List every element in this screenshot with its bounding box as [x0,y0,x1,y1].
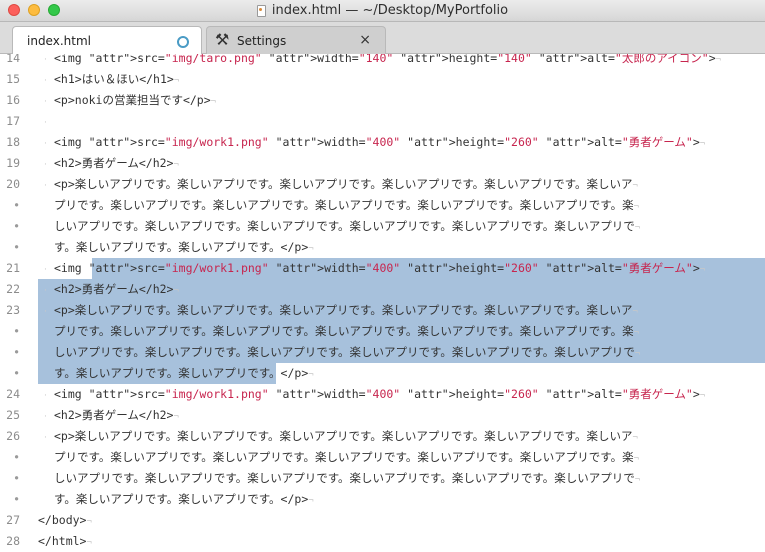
code-line[interactable]: 20 · <p>楽しいアプリです。楽しいアプリです。楽しいアプリです。楽しいアプリで… [0,174,765,195]
code-line[interactable]: 16 · <p>nokiの営業担当です</p>¬ [0,90,765,111]
code-line[interactable]: 27 </body>¬ [0,510,765,531]
line-number: 15 [6,72,20,86]
code-text: プリです。楽しいアプリです。楽しいアプリです。楽しいアプリです。楽しいアプリです… [54,198,640,212]
line-number: 23 [6,303,20,317]
wrap-indicator: • [13,324,20,338]
code-text: しいアプリです。楽しいアプリです。楽しいアプリです。楽しいアプリです。楽しいアプ… [54,345,641,359]
tab-bar: index.html ⚒ Settings × [0,22,765,54]
indent-guide-icon: · [44,286,47,296]
tab-settings[interactable]: ⚒ Settings × [206,26,386,54]
tools-icon: ⚒ [215,30,230,49]
close-tab-icon[interactable]: × [359,32,371,48]
code-text: す。楽しいアプリです。楽しいアプリです。</p>¬ [54,366,314,380]
line-number: 14 [6,54,20,65]
code-line[interactable]: • しいアプリです。楽しいアプリです。楽しいアプリです。楽しいアプリです。楽しいア… [0,342,765,363]
tab-index-html[interactable]: index.html [12,26,202,54]
code-text: しいアプリです。楽しいアプリです。楽しいアプリです。楽しいアプリです。楽しいアプ… [54,471,641,485]
indent-guide-icon: · [44,181,47,191]
code-text: <img "attr">src="img/work1.png" "attr">w… [54,261,706,275]
code-line[interactable]: • プリです。楽しいアプリです。楽しいアプリです。楽しいアプリです。楽しいアプリで… [0,321,765,342]
code-text: <h2>勇者ゲーム</h2>¬ [54,408,179,422]
code-text: プリです。楽しいアプリです。楽しいアプリです。楽しいアプリです。楽しいアプリです… [54,450,640,464]
code-text: <p>楽しいアプリです。楽しいアプリです。楽しいアプリです。楽しいアプリです。楽… [54,303,638,317]
line-number: 18 [6,135,20,149]
code-line[interactable]: • プリです。楽しいアプリです。楽しいアプリです。楽しいアプリです。楽しいアプリで… [0,195,765,216]
line-number: 27 [6,513,20,527]
wrap-indicator: • [13,240,20,254]
code-text: プリです。楽しいアプリです。楽しいアプリです。楽しいアプリです。楽しいアプリです… [54,324,640,338]
code-line[interactable]: 21 · <img "attr">src="img/work1.png" "attr… [0,258,765,279]
code-line[interactable]: 24 · <img "attr">src="img/work1.png" "attr… [0,384,765,405]
code-text: <p>楽しいアプリです。楽しいアプリです。楽しいアプリです。楽しいアプリです。楽… [54,177,638,191]
wrap-indicator: • [13,450,20,464]
code-text: <img "attr">src="img/work1.png" "attr">w… [54,387,706,401]
window-titlebar: index.html — ~/Desktop/MyPortfolio [0,0,765,22]
code-line[interactable]: • す。楽しいアプリです。楽しいアプリです。</p>¬ [0,237,765,258]
code-line[interactable]: • す。楽しいアプリです。楽しいアプリです。</p>¬ [0,489,765,510]
indent-guide-icon: · [44,139,47,149]
code-line[interactable]: 25 · <h2>勇者ゲーム</h2>¬ [0,405,765,426]
line-number: 20 [6,177,20,191]
indent-guide-icon: · [44,160,47,170]
wrap-indicator: • [13,345,20,359]
unsaved-indicator-icon[interactable] [177,36,189,48]
indent-guide-icon: · [44,97,47,107]
code-text: <img "attr">src="img/work1.png" "attr">w… [54,135,706,149]
code-line[interactable]: 28 </html>¬ [0,531,765,552]
code-line[interactable]: • しいアプリです。楽しいアプリです。楽しいアプリです。楽しいアプリです。楽しいア… [0,468,765,489]
window-title-area: index.html — ~/Desktop/MyPortfolio [0,0,765,21]
indent-guide-icon: · [44,265,47,275]
line-number: 26 [6,429,20,443]
indent-guide-icon: · [44,76,47,86]
line-number: 22 [6,282,20,296]
code-line[interactable]: 22 · <h2>勇者ゲーム</h2>¬ [0,279,765,300]
indent-guide-icon: · [44,391,47,401]
line-number: 21 [6,261,20,275]
indent-guide-icon: · [44,55,47,65]
code-line[interactable]: • す。楽しいアプリです。楽しいアプリです。</p>¬ [0,363,765,384]
tab-label: Settings [237,34,287,48]
code-text: しいアプリです。楽しいアプリです。楽しいアプリです。楽しいアプリです。楽しいアプ… [54,219,641,233]
code-text: <h2>勇者ゲーム</h2>¬ [54,156,179,170]
line-number: 25 [6,408,20,422]
code-line[interactable]: 15 · <h1>はい＆ほい</h1>¬ [0,69,765,90]
code-line[interactable]: • プリです。楽しいアプリです。楽しいアプリです。楽しいアプリです。楽しいアプリで… [0,447,765,468]
wrap-indicator: • [13,366,20,380]
indent-guide-icon: · [44,433,47,443]
code-text: <p>nokiの営業担当です</p>¬ [54,93,217,107]
code-line[interactable]: 19 · <h2>勇者ゲーム</h2>¬ [0,153,765,174]
code-text: </body>¬ [38,513,92,527]
line-number: 17 [6,114,20,128]
line-number: 28 [6,534,20,548]
wrap-indicator: • [13,219,20,233]
code-line[interactable]: 26 · <p>楽しいアプリです。楽しいアプリです。楽しいアプリです。楽しいアプリで… [0,426,765,447]
line-number: 24 [6,387,20,401]
code-line[interactable]: 18 · <img "attr">src="img/work1.png" "attr… [0,132,765,153]
code-text: <h1>はい＆ほい</h1>¬ [54,72,180,86]
indent-guide-icon: · [44,412,47,422]
wrap-indicator: • [13,492,20,506]
line-number: 19 [6,156,20,170]
code-line[interactable]: 17 · [0,111,765,132]
code-text: <h2>勇者ゲーム</h2>¬ [54,282,179,296]
code-text: す。楽しいアプリです。楽しいアプリです。</p>¬ [54,240,314,254]
code-text: す。楽しいアプリです。楽しいアプリです。</p>¬ [54,492,314,506]
code-editor[interactable]: 14 · <img "attr">src="img/taro.png" "attr"… [0,54,765,552]
tab-label: index.html [27,34,91,48]
indent-guide-icon: · [44,307,47,317]
code-text: </html>¬ [38,534,92,548]
html-file-icon [256,4,266,17]
line-number: 16 [6,93,20,107]
code-text: <p>楽しいアプリです。楽しいアプリです。楽しいアプリです。楽しいアプリです。楽… [54,429,638,443]
code-line[interactable]: 14 · <img "attr">src="img/taro.png" "attr"… [0,54,765,69]
wrap-indicator: • [13,471,20,485]
wrap-indicator: • [13,198,20,212]
code-line[interactable]: 23 · <p>楽しいアプリです。楽しいアプリです。楽しいアプリです。楽しいアプリで… [0,300,765,321]
indent-guide-icon: · [44,118,47,128]
window-title: index.html — ~/Desktop/MyPortfolio [271,3,509,18]
code-line[interactable]: • しいアプリです。楽しいアプリです。楽しいアプリです。楽しいアプリです。楽しいア… [0,216,765,237]
